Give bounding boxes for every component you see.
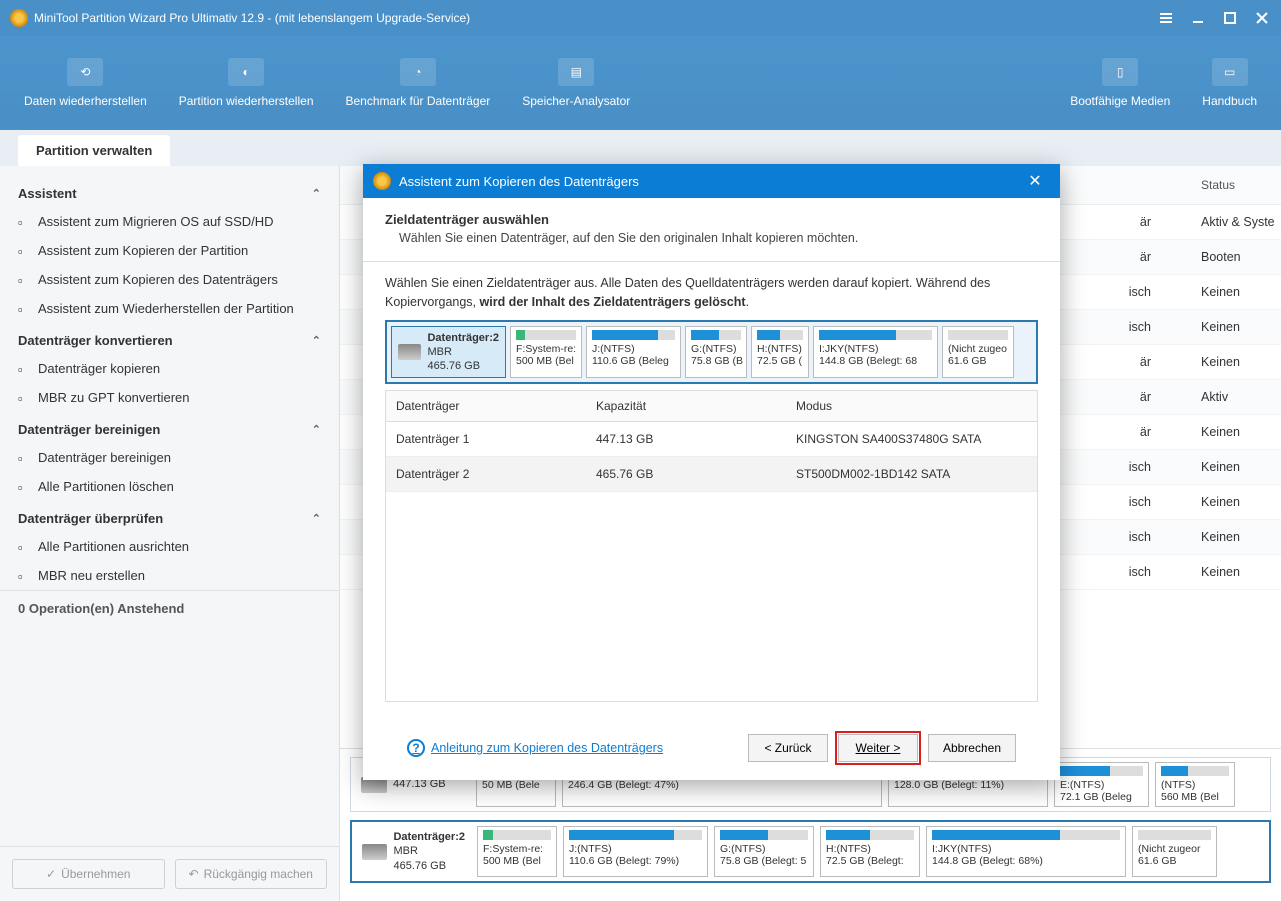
disk-table-row[interactable]: Datenträger 1447.13 GBKINGSTON SA400S374… xyxy=(386,422,1037,457)
partition-cell[interactable]: (Nicht zugeo61.6 GB xyxy=(942,326,1014,379)
sidebar-item[interactable]: ▫Assistent zum Migrieren OS auf SSD/HD xyxy=(0,207,339,236)
th-mode: Modus xyxy=(786,391,1037,421)
usb-icon: ▯ xyxy=(1102,58,1138,86)
partition-cell[interactable]: (Nicht zugeor61.6 GB xyxy=(1132,826,1217,877)
partition-cell[interactable]: H:(NTFS)72.5 GB (Belegt: xyxy=(820,826,920,877)
window-title: MiniTool Partition Wizard Pro Ultimativ … xyxy=(34,11,470,25)
book-icon: ▭ xyxy=(1212,58,1248,86)
item-icon: ▫ xyxy=(18,215,32,229)
item-icon: ▫ xyxy=(18,451,32,465)
help-link[interactable]: ? Anleitung zum Kopieren des Datenträger… xyxy=(407,739,663,757)
modal-note: Wählen Sie einen Zieldatenträger aus. Al… xyxy=(385,274,1038,312)
modal-subheading: Wählen Sie einen Datenträger, auf den Si… xyxy=(399,231,1038,245)
disk-table-row[interactable]: Datenträger 2465.76 GBST500DM002-1BD142 … xyxy=(386,457,1037,492)
hdd-icon xyxy=(362,844,387,860)
analyzer-icon: ▤ xyxy=(558,58,594,86)
pending-operations: 0 Operation(en) Anstehend xyxy=(0,590,339,626)
tab-strip: Partition verwalten xyxy=(0,130,1281,166)
sidebar-section-head[interactable]: Datenträger bereinigen⌃ xyxy=(0,412,339,443)
next-button[interactable]: Weiter > xyxy=(838,734,918,762)
modal-logo-icon xyxy=(373,172,391,190)
back-button[interactable]: < Zurück xyxy=(748,734,828,762)
modal-title-text: Assistent zum Kopieren des Datenträgers xyxy=(399,174,639,189)
disk-table: Datenträger Kapazität Modus Datenträger … xyxy=(385,390,1038,702)
tab-partition-manage[interactable]: Partition verwalten xyxy=(18,135,170,166)
recover-partition-icon: ◐ xyxy=(228,58,264,86)
main-toolbar: ⟲Daten wiederherstellen ◐Partition wiede… xyxy=(0,36,1281,130)
item-icon: ▫ xyxy=(18,244,32,258)
partition-cell[interactable]: F:System-re:500 MB (Bel xyxy=(510,326,582,379)
app-logo-icon xyxy=(10,9,28,27)
chevron-up-icon: ⌃ xyxy=(312,334,321,347)
chevron-up-icon: ⌃ xyxy=(312,423,321,436)
item-icon: ▫ xyxy=(18,362,32,376)
sidebar-item[interactable]: ▫Datenträger kopieren xyxy=(0,354,339,383)
th-capacity: Kapazität xyxy=(586,391,786,421)
sidebar-section-head[interactable]: Datenträger konvertieren⌃ xyxy=(0,323,339,354)
item-icon: ▫ xyxy=(18,480,32,494)
toolbar-space-analyzer[interactable]: ▤Speicher-Analysator xyxy=(506,46,646,120)
sidebar-item[interactable]: ▫Assistent zum Kopieren des Datenträgers xyxy=(0,265,339,294)
item-icon: ▫ xyxy=(18,569,32,583)
help-icon: ? xyxy=(407,739,425,757)
partition-cell[interactable]: G:(NTFS)75.8 GB (B xyxy=(685,326,747,379)
disk-row[interactable]: Datenträger:2MBR465.76 GB F:System-re:50… xyxy=(350,820,1271,883)
item-icon: ▫ xyxy=(18,302,32,316)
copy-disk-wizard-modal: Assistent zum Kopieren des Datenträgers … xyxy=(363,164,1060,780)
partition-cell[interactable]: J:(NTFS)110.6 GB (Belegt: 79%) xyxy=(563,826,708,877)
partition-cell[interactable]: I:JKY(NTFS)144.8 GB (Belegt: 68 xyxy=(813,326,938,379)
item-icon: ▫ xyxy=(18,273,32,287)
col-status-header: Status xyxy=(1191,172,1281,198)
partition-cell[interactable]: H:(NTFS)72.5 GB ( xyxy=(751,326,809,379)
cancel-button[interactable]: Abbrechen xyxy=(928,734,1016,762)
item-icon: ▫ xyxy=(18,540,32,554)
disk-info: Datenträger:2MBR465.76 GB xyxy=(356,826,471,877)
minimize-button[interactable] xyxy=(1189,9,1207,27)
item-icon: ▫ xyxy=(18,391,32,405)
toolbar-manual[interactable]: ▭Handbuch xyxy=(1186,46,1273,120)
undo-button[interactable]: ↶ Rückgängig machen xyxy=(175,859,328,889)
th-disk: Datenträger xyxy=(386,391,586,421)
apply-button[interactable]: ✓ Übernehmen xyxy=(12,859,165,889)
menu-icon[interactable] xyxy=(1157,9,1175,27)
toolbar-benchmark[interactable]: ◔Benchmark für Datenträger xyxy=(330,46,507,120)
sidebar-item[interactable]: ▫Assistent zum Wiederherstellen der Part… xyxy=(0,294,339,323)
sidebar-item[interactable]: ▫Alle Partitionen löschen xyxy=(0,472,339,501)
close-button[interactable] xyxy=(1253,9,1271,27)
chevron-up-icon: ⌃ xyxy=(312,187,321,200)
modal-close-button[interactable]: ✕ xyxy=(1020,171,1050,191)
maximize-button[interactable] xyxy=(1221,9,1239,27)
sidebar-item[interactable]: ▫Datenträger bereinigen xyxy=(0,443,339,472)
hdd-icon xyxy=(398,344,421,360)
sidebar-section-head[interactable]: Datenträger überprüfen⌃ xyxy=(0,501,339,532)
disk-info: Datenträger:2MBR465.76 GB xyxy=(391,326,506,379)
sidebar-item[interactable]: ▫MBR zu GPT konvertieren xyxy=(0,383,339,412)
toolbar-recover-partition[interactable]: ◐Partition wiederherstellen xyxy=(163,46,330,120)
benchmark-icon: ◔ xyxy=(400,58,436,86)
partition-cell[interactable]: I:JKY(NTFS)144.8 GB (Belegt: 68%) xyxy=(926,826,1126,877)
titlebar: MiniTool Partition Wizard Pro Ultimativ … xyxy=(0,0,1281,36)
partition-cell[interactable]: E:(NTFS)72.1 GB (Beleg xyxy=(1054,762,1149,807)
partition-cell[interactable]: G:(NTFS)75.8 GB (Belegt: 5 xyxy=(714,826,814,877)
chevron-up-icon: ⌃ xyxy=(312,512,321,525)
modal-titlebar: Assistent zum Kopieren des Datenträgers … xyxy=(363,164,1060,198)
toolbar-bootable-media[interactable]: ▯Bootfähige Medien xyxy=(1054,46,1186,120)
target-disk-box[interactable]: Datenträger:2MBR465.76 GB F:System-re:50… xyxy=(385,320,1038,385)
sidebar: Assistent⌃▫Assistent zum Migrieren OS au… xyxy=(0,166,340,901)
partition-cell[interactable]: (NTFS)560 MB (Bel xyxy=(1155,762,1235,807)
partition-cell[interactable]: J:(NTFS)110.6 GB (Beleg xyxy=(586,326,681,379)
modal-heading: Zieldatenträger auswählen xyxy=(385,212,1038,227)
partition-cell[interactable]: F:System-re:500 MB (Bel xyxy=(477,826,557,877)
toolbar-recover-data[interactable]: ⟲Daten wiederherstellen xyxy=(8,46,163,120)
sidebar-item[interactable]: ▫Assistent zum Kopieren der Partition xyxy=(0,236,339,265)
sidebar-section-head[interactable]: Assistent⌃ xyxy=(0,176,339,207)
sidebar-item[interactable]: ▫MBR neu erstellen xyxy=(0,561,339,590)
sidebar-item[interactable]: ▫Alle Partitionen ausrichten xyxy=(0,532,339,561)
recover-data-icon: ⟲ xyxy=(67,58,103,86)
